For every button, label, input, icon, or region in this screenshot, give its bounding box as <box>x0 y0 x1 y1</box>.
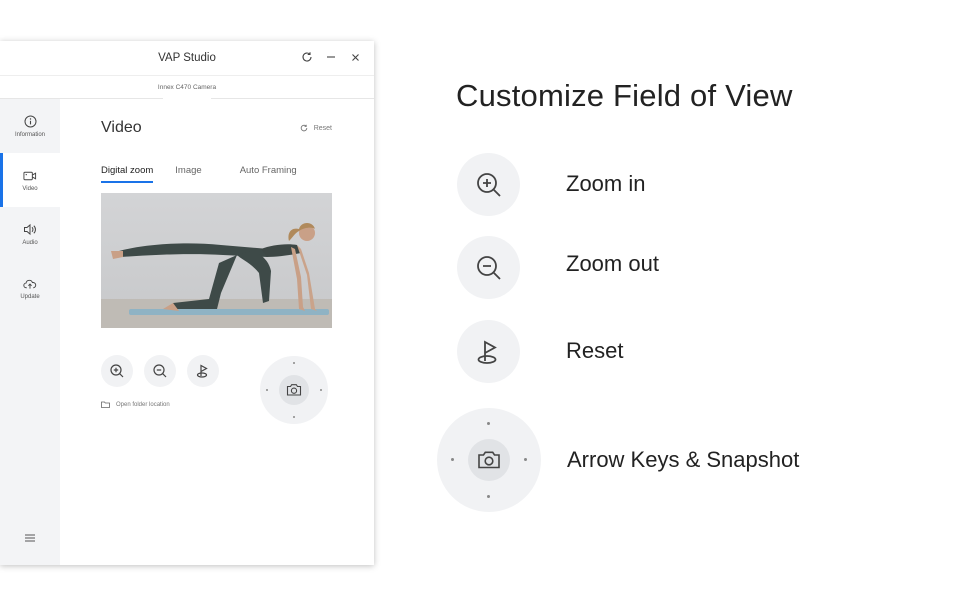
camera-icon <box>478 451 500 469</box>
arrow-right-button[interactable] <box>320 389 322 391</box>
arrow-keys-pad <box>260 356 328 424</box>
zoom-in-icon <box>110 364 124 378</box>
legend-label-arrow-keys: Arrow Keys & Snapshot <box>567 447 800 472</box>
legend-snapshot <box>468 439 510 481</box>
close-icon <box>351 53 359 61</box>
main-content: Video Reset Digital zoom Image Auto Fram… <box>60 99 374 565</box>
close-button[interactable] <box>348 50 362 64</box>
minimize-button[interactable] <box>324 50 338 64</box>
reset-view-icon <box>196 364 208 378</box>
camera-name: Innex C470 Camera <box>157 83 217 91</box>
legend-reset <box>457 320 520 383</box>
reset-button[interactable]: Reset <box>300 124 332 132</box>
camera-preview <box>101 193 332 328</box>
folder-icon <box>101 401 110 408</box>
reset-icon <box>300 124 307 132</box>
video-icon <box>23 169 37 183</box>
legend-arrow-dot <box>451 458 454 461</box>
app-body: Information Video Audio Update Video Res… <box>0 99 374 565</box>
minimize-icon <box>327 56 335 58</box>
refresh-button[interactable] <box>300 50 314 64</box>
snapshot-button[interactable] <box>279 375 309 405</box>
legend-label-zoom-out: Zoom out <box>566 251 659 276</box>
zoom-out-icon <box>153 364 167 378</box>
open-folder-label: Open folder location <box>116 401 170 408</box>
title-bar: VAP Studio <box>0 41 374 75</box>
cloud-upload-icon <box>23 277 37 291</box>
legend-arrow-dot <box>487 422 490 425</box>
zoom-out-button[interactable] <box>144 355 176 387</box>
refresh-icon <box>302 52 312 62</box>
sidebar-item-audio[interactable]: Audio <box>0 207 60 261</box>
legend-arrow-dot <box>487 495 490 498</box>
window-controls <box>300 50 362 64</box>
info-icon <box>23 115 37 129</box>
legend-zoom-out <box>457 236 520 299</box>
reset-view-icon <box>477 339 497 364</box>
sidebar-item-label: Information <box>14 131 45 138</box>
sidebar-item-label: Update <box>20 293 40 300</box>
arrow-down-button[interactable] <box>293 416 295 418</box>
speaker-icon <box>23 223 37 237</box>
sidebar: Information Video Audio Update <box>0 99 60 565</box>
sidebar-item-video[interactable]: Video <box>0 153 60 207</box>
page-title: Video <box>101 119 142 136</box>
window-title: VAP Studio <box>158 52 216 64</box>
legend-arrow-dot <box>524 458 527 461</box>
camera-icon <box>286 384 302 396</box>
legend-label-reset: Reset <box>566 338 624 363</box>
arrow-left-button[interactable] <box>266 389 268 391</box>
tab-auto-framing[interactable]: Auto Framing <box>240 165 297 181</box>
reset-label: Reset <box>313 124 332 132</box>
zoom-in-icon <box>476 172 501 197</box>
app-window: VAP Studio Innex C470 Camera Information… <box>0 41 374 565</box>
legend-heading: Customize Field of View <box>456 78 793 113</box>
camera-header: Innex C470 Camera <box>0 75 374 106</box>
open-folder-link[interactable]: Open folder location <box>101 401 170 408</box>
video-tabs: Digital zoom Image Auto Framing <box>101 165 319 183</box>
tab-image[interactable]: Image <box>175 165 201 181</box>
sidebar-item-label: Video <box>22 185 38 192</box>
zoom-out-icon <box>476 255 501 280</box>
sidebar-item-update[interactable]: Update <box>0 261 60 315</box>
legend-arrow-keys <box>437 408 541 512</box>
sidebar-item-label: Audio <box>22 239 38 246</box>
zoom-in-button[interactable] <box>101 355 133 387</box>
tab-digital-zoom[interactable]: Digital zoom <box>101 165 154 183</box>
sidebar-item-information[interactable]: Information <box>0 99 60 153</box>
reset-view-button[interactable] <box>187 355 219 387</box>
legend-zoom-in <box>457 153 520 216</box>
legend-label-zoom-in: Zoom in <box>566 171 646 196</box>
preview-image <box>101 193 332 328</box>
arrow-up-button[interactable] <box>293 362 295 364</box>
hamburger-menu-icon[interactable] <box>23 531 37 545</box>
promo-canvas: VAP Studio Innex C470 Camera Information… <box>0 0 970 600</box>
